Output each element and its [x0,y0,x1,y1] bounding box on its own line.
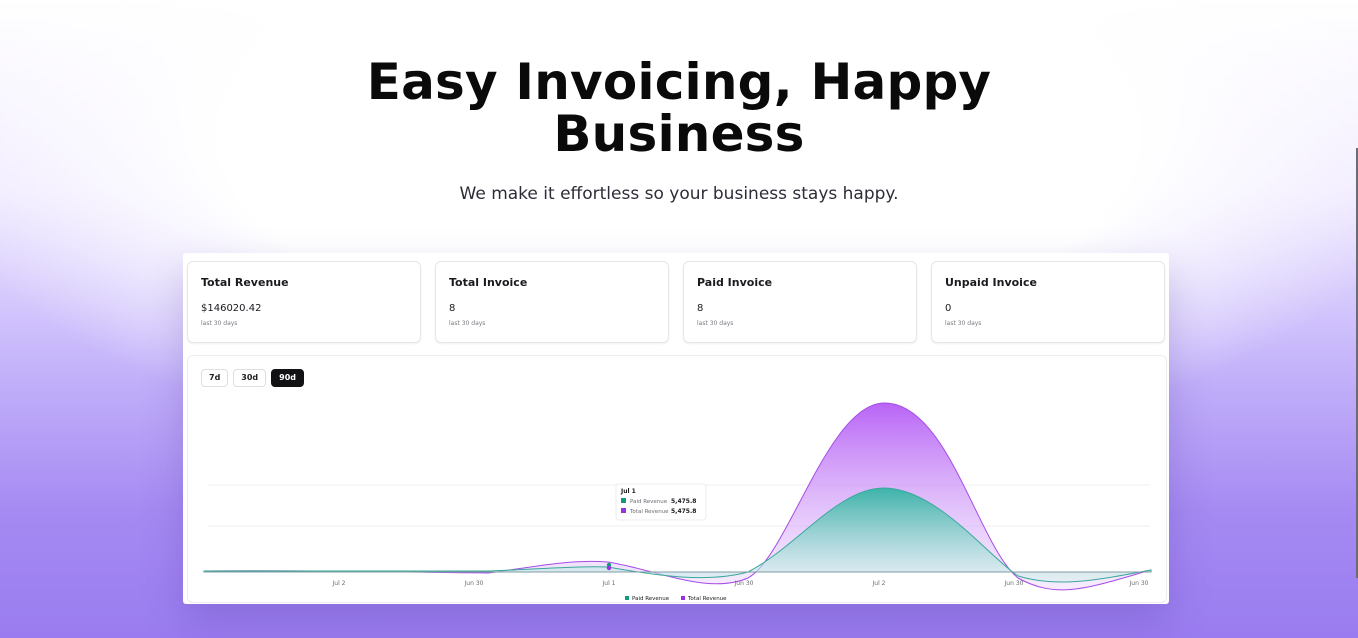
hero-title: Easy Invoicing, Happy Business [366,53,992,163]
legend-paid-label: Paid Revenue [632,596,670,602]
chart-tooltip: Jul 1 Paid Revenue 5,475.8 Total Revenue… [615,483,707,521]
stats-row: Total Revenue $146020.42 last 30 days To… [187,261,1166,343]
legend-paid-swatch [625,596,629,600]
legend-total-label: Total Revenue [687,596,727,602]
stat-title: Unpaid Invoice [945,276,1037,289]
stat-value: $146020.42 [201,303,262,314]
stat-value: 0 [945,303,952,314]
x-tick-label: Jun 30 [464,580,484,587]
stat-sub: last 30 days [201,320,238,327]
stat-title: Paid Invoice [697,276,773,289]
tooltip-paid-label: Paid Revenue [630,499,668,505]
x-tick-label: Jul 2 [872,580,886,587]
stat-card-paid-invoice: Paid Invoice 8 last 30 days [683,261,917,343]
stat-title: Total Invoice [449,276,528,289]
chart-legend: Paid Revenue Total Revenue [625,596,727,602]
legend-total-swatch [681,596,685,600]
tooltip-total-value: 5,475.8 [671,508,696,515]
x-tick-label: Jun 30 [1004,580,1024,587]
stat-card-total-revenue: Total Revenue $146020.42 last 30 days [187,261,421,343]
revenue-chart-card: 7d 30d 90d Jul 2 Jun 30 Jul 1 Jun 30 Jul… [187,355,1167,603]
hero-subtitle: We make it effortless so your business s… [459,184,899,204]
x-tick-label: Jun 30 [1129,580,1149,587]
x-tick-label: Jul 2 [332,580,346,587]
hero: Easy Invoicing, Happy Business We make i… [0,56,1358,204]
stat-sub: last 30 days [449,320,486,327]
tooltip-paid-swatch [621,498,626,503]
stat-value: 8 [449,303,456,314]
tooltip-total-swatch [621,508,626,513]
active-point-total [606,565,612,571]
stat-card-unpaid-invoice: Unpaid Invoice 0 last 30 days [931,261,1165,343]
revenue-chart: Jul 2 Jun 30 Jul 1 Jun 30 Jul 2 Jun 30 J… [203,402,1152,602]
stat-sub: last 30 days [697,320,734,327]
dashboard-preview: Total Revenue $146020.42 last 30 days To… [183,253,1169,604]
stat-card-total-invoice: Total Invoice 8 last 30 days [435,261,669,343]
tooltip-date: Jul 1 [620,488,636,495]
stat-value: 8 [697,303,704,314]
x-tick-label: Jun 30 [734,580,754,587]
stat-title: Total Revenue [201,276,289,289]
x-tick-label: Jul 1 [602,580,616,587]
tooltip-total-label: Total Revenue [629,509,669,515]
stat-sub: last 30 days [945,320,982,327]
tooltip-paid-value: 5,475.8 [671,498,696,505]
